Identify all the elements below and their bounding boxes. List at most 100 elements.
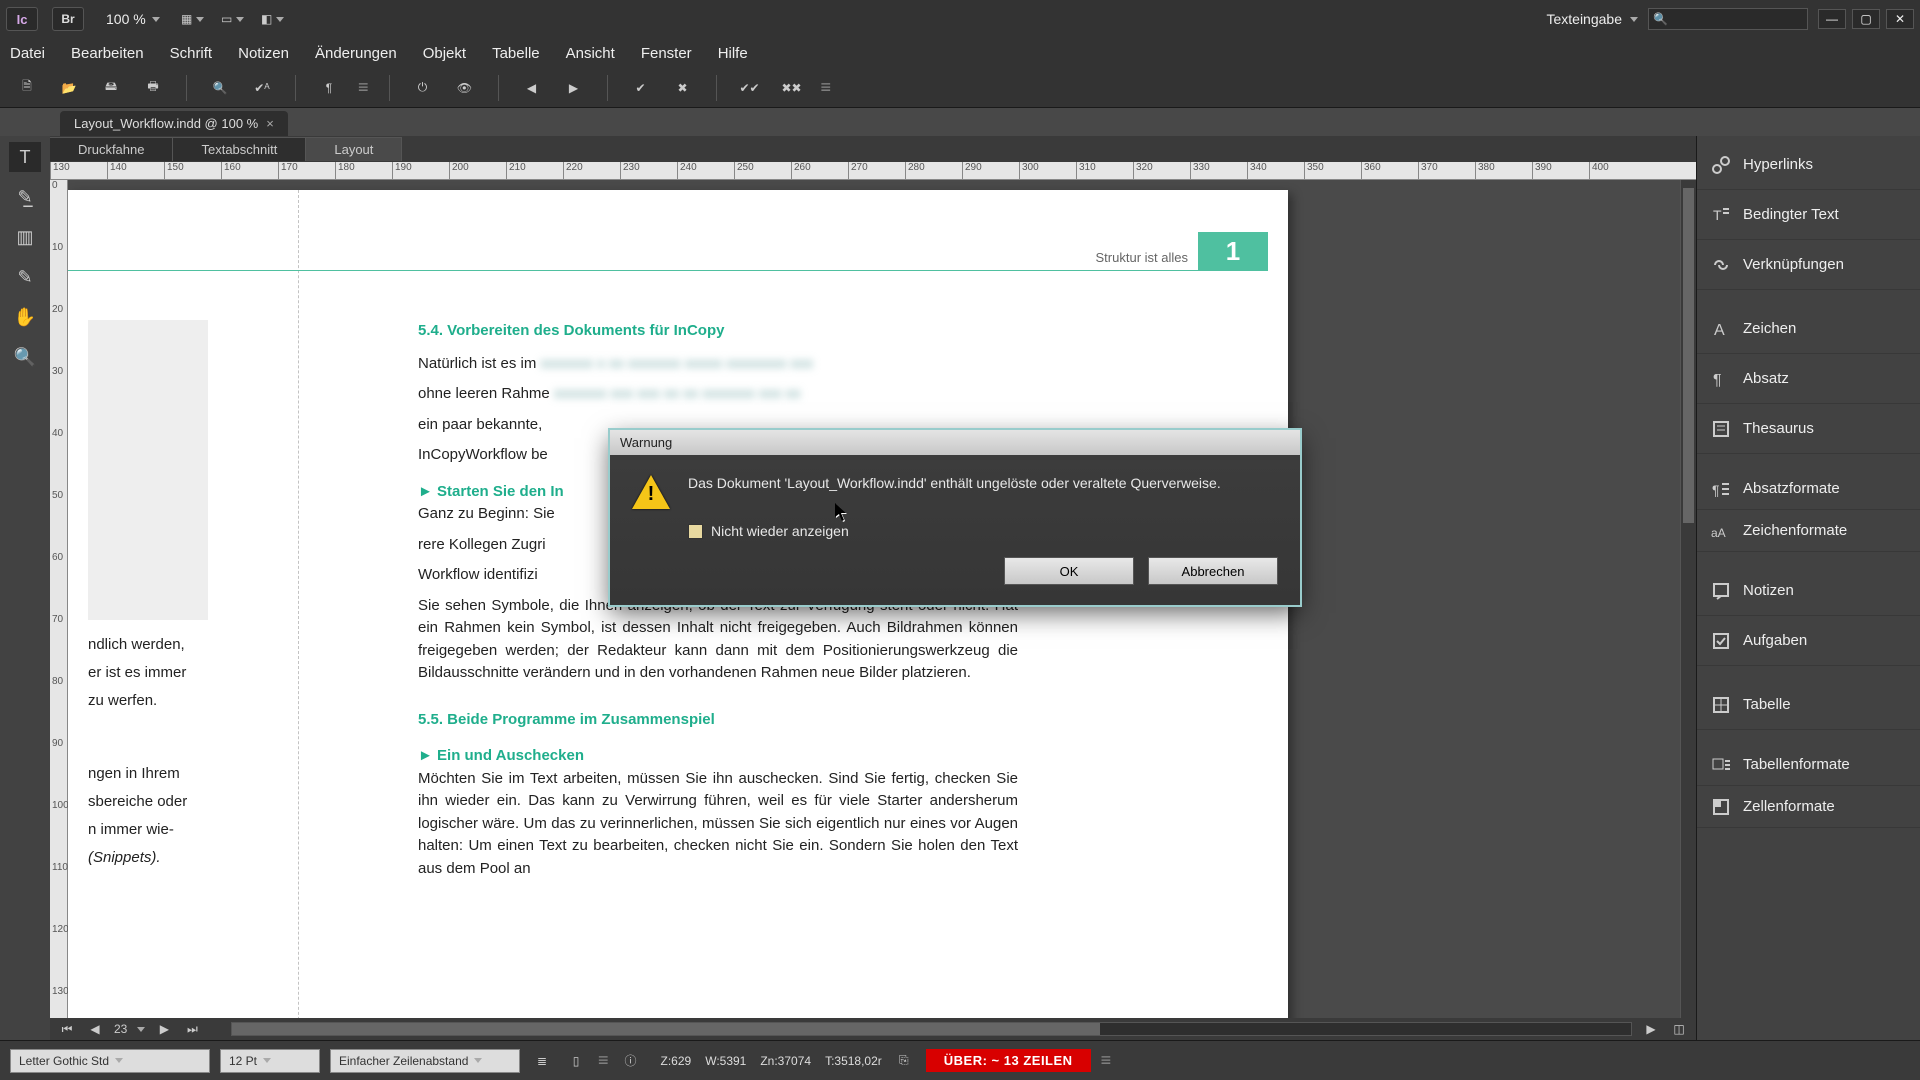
menu-bearbeiten[interactable]: Bearbeiten bbox=[71, 45, 144, 62]
image-placeholder bbox=[88, 320, 208, 620]
type-tool[interactable]: T bbox=[9, 142, 41, 172]
flyout-menu-icon[interactable]: ≡ bbox=[358, 77, 369, 98]
size-combo[interactable]: 12 Pt bbox=[220, 1049, 320, 1073]
panel-absatzformate[interactable]: ¶Absatzformate bbox=[1697, 468, 1920, 510]
horizontal-scrollbar[interactable] bbox=[231, 1022, 1632, 1036]
find-icon[interactable]: 🔍 bbox=[207, 75, 233, 101]
svg-text:A: A bbox=[1714, 322, 1725, 339]
zoom-tool[interactable]: 🔍 bbox=[9, 342, 41, 372]
panel-verknüpfungen[interactable]: Verknüpfungen bbox=[1697, 240, 1920, 290]
header-rule bbox=[68, 270, 1268, 271]
new-icon[interactable]: 🗎 bbox=[14, 75, 40, 101]
panel-tabellenformate[interactable]: Tabellenformate bbox=[1697, 744, 1920, 786]
columns-icon[interactable]: ≣ bbox=[530, 1049, 554, 1073]
chapter-badge: 1 bbox=[1198, 232, 1268, 270]
flyout-menu-icon[interactable]: ≡ bbox=[598, 1050, 609, 1071]
first-page-button[interactable]: ⏮ bbox=[58, 1022, 76, 1037]
maximize-button[interactable]: ▢ bbox=[1852, 9, 1880, 29]
cancel-button[interactable]: Abbrechen bbox=[1148, 557, 1278, 585]
zoom-combo[interactable]: 100 % bbox=[98, 9, 168, 29]
panel-absatz[interactable]: ¶Absatz bbox=[1697, 354, 1920, 404]
font-combo[interactable]: Letter Gothic Std bbox=[10, 1049, 210, 1073]
search-icon: 🔍 bbox=[1653, 12, 1668, 26]
panel-aufgaben[interactable]: Aufgaben bbox=[1697, 616, 1920, 666]
menu-ansicht[interactable]: Ansicht bbox=[566, 45, 615, 62]
menu-fenster[interactable]: Fenster bbox=[641, 45, 692, 62]
spellcheck-icon[interactable]: ✔ᴬ bbox=[249, 75, 275, 101]
vertical-scrollbar[interactable] bbox=[1680, 180, 1696, 1018]
separator bbox=[716, 75, 717, 101]
menu-änderungen[interactable]: Änderungen bbox=[315, 45, 397, 62]
page-field[interactable]: 23 bbox=[114, 1022, 127, 1036]
document-tab[interactable]: Layout_Workflow.indd @ 100 % × bbox=[60, 111, 288, 136]
paragraph-marks-icon[interactable]: ¶ bbox=[316, 75, 342, 101]
next-page-button[interactable]: ▶ bbox=[155, 1022, 173, 1036]
panel-zellenformate[interactable]: Zellenformate bbox=[1697, 786, 1920, 828]
minimize-button[interactable]: — bbox=[1818, 9, 1846, 29]
panel-zeichen[interactable]: AZeichen bbox=[1697, 304, 1920, 354]
next-change-icon[interactable]: ▶ bbox=[561, 75, 587, 101]
reject-change-icon[interactable]: ✖ bbox=[670, 75, 696, 101]
panel-dock: HyperlinksTBedingter TextVerknüpfungenAZ… bbox=[1696, 136, 1920, 1040]
bridge-badge[interactable]: Br bbox=[52, 7, 84, 31]
panel-tabelle[interactable]: Tabelle bbox=[1697, 680, 1920, 730]
screen-mode-icon[interactable]: ▭ bbox=[222, 8, 244, 30]
prev-change-icon[interactable]: ◀ bbox=[519, 75, 545, 101]
visibility-icon[interactable]: 👁 bbox=[452, 75, 478, 101]
overset-icon[interactable]: ⎘ bbox=[892, 1049, 916, 1073]
open-icon[interactable]: 📂 bbox=[56, 75, 82, 101]
last-page-button[interactable]: ⏭ bbox=[183, 1022, 201, 1037]
power-icon[interactable]: ⏻ bbox=[410, 75, 436, 101]
panel-hyperlinks[interactable]: Hyperlinks bbox=[1697, 140, 1920, 190]
print-icon[interactable]: 🖶 bbox=[140, 75, 166, 101]
close-button[interactable]: ✕ bbox=[1886, 9, 1914, 29]
eyedropper-tool[interactable]: ✎ bbox=[9, 262, 41, 292]
panel-bedingter-text[interactable]: TBedingter Text bbox=[1697, 190, 1920, 240]
split-view-button[interactable]: ◫ bbox=[1670, 1022, 1688, 1036]
accept-change-icon[interactable]: ✔ bbox=[628, 75, 654, 101]
menu-datei[interactable]: Datei bbox=[10, 45, 45, 62]
panel-zeichenformate[interactable]: aAZeichenformate bbox=[1697, 510, 1920, 552]
flyout-menu-icon[interactable]: ≡ bbox=[821, 77, 832, 98]
search-input[interactable]: 🔍 bbox=[1648, 8, 1808, 30]
menu-hilfe[interactable]: Hilfe bbox=[718, 45, 748, 62]
save-icon[interactable]: 🖴 bbox=[98, 75, 124, 101]
titlebar: Ic Br 100 % ▦ ▭ ◧ Texteingabe 🔍 — ▢ ✕ bbox=[0, 0, 1920, 38]
separator bbox=[295, 75, 296, 101]
ok-button[interactable]: OK bbox=[1004, 557, 1134, 585]
align-icon[interactable]: ▯ bbox=[564, 1049, 588, 1073]
heading-5-5: 5.5. Beide Programme im Zusammenspiel bbox=[418, 709, 1018, 732]
view-tab-druckfahne[interactable]: Druckfahne bbox=[50, 137, 173, 161]
flyout-menu-icon[interactable]: ≡ bbox=[1101, 1050, 1112, 1071]
note-tool[interactable]: ✎̲ bbox=[9, 182, 41, 212]
hand-tool[interactable]: ✋ bbox=[9, 302, 41, 332]
panel-thesaurus[interactable]: Thesaurus bbox=[1697, 404, 1920, 454]
menu-tabelle[interactable]: Tabelle bbox=[492, 45, 540, 62]
app-badge: Ic bbox=[6, 7, 38, 31]
menu-notizen[interactable]: Notizen bbox=[238, 45, 289, 62]
accept-all-icon[interactable]: ✔✔ bbox=[737, 75, 763, 101]
info-icon[interactable]: ⓘ bbox=[619, 1049, 643, 1073]
vertical-ruler: 0102030405060708090100110120130 bbox=[50, 180, 68, 1018]
horizontal-ruler: 1301401501601701801902002102202302402502… bbox=[50, 162, 1696, 180]
subhead-bullet: Ein und Auschecken bbox=[418, 745, 1018, 768]
prev-page-button[interactable]: ◀ bbox=[86, 1022, 104, 1036]
arrange-icon[interactable]: ◧ bbox=[262, 8, 284, 30]
workspace-switcher[interactable]: Texteingabe bbox=[1546, 11, 1638, 27]
scroll-right-button[interactable]: ▶ bbox=[1642, 1022, 1660, 1036]
close-icon[interactable]: × bbox=[266, 116, 274, 131]
leading-combo[interactable]: Einfacher Zeilenabstand bbox=[330, 1049, 520, 1073]
menu-objekt[interactable]: Objekt bbox=[423, 45, 466, 62]
panel-notizen[interactable]: Notizen bbox=[1697, 566, 1920, 616]
zoom-value: 100 % bbox=[106, 11, 146, 27]
position-tool[interactable]: ▥ bbox=[9, 222, 41, 252]
copyfit-metrics: Z:629 W:5391 Zn:37074 T:3518,02r bbox=[661, 1054, 882, 1068]
dont-show-again-checkbox[interactable] bbox=[688, 524, 703, 539]
reject-all-icon[interactable]: ✖✖ bbox=[779, 75, 805, 101]
svg-text:¶: ¶ bbox=[1712, 482, 1720, 498]
chevron-down-icon bbox=[152, 17, 160, 22]
view-option-icon[interactable]: ▦ bbox=[182, 8, 204, 30]
view-tab-layout[interactable]: Layout bbox=[306, 137, 402, 161]
menu-schrift[interactable]: Schrift bbox=[170, 45, 213, 62]
view-tab-textabschnitt[interactable]: Textabschnitt bbox=[173, 137, 306, 161]
